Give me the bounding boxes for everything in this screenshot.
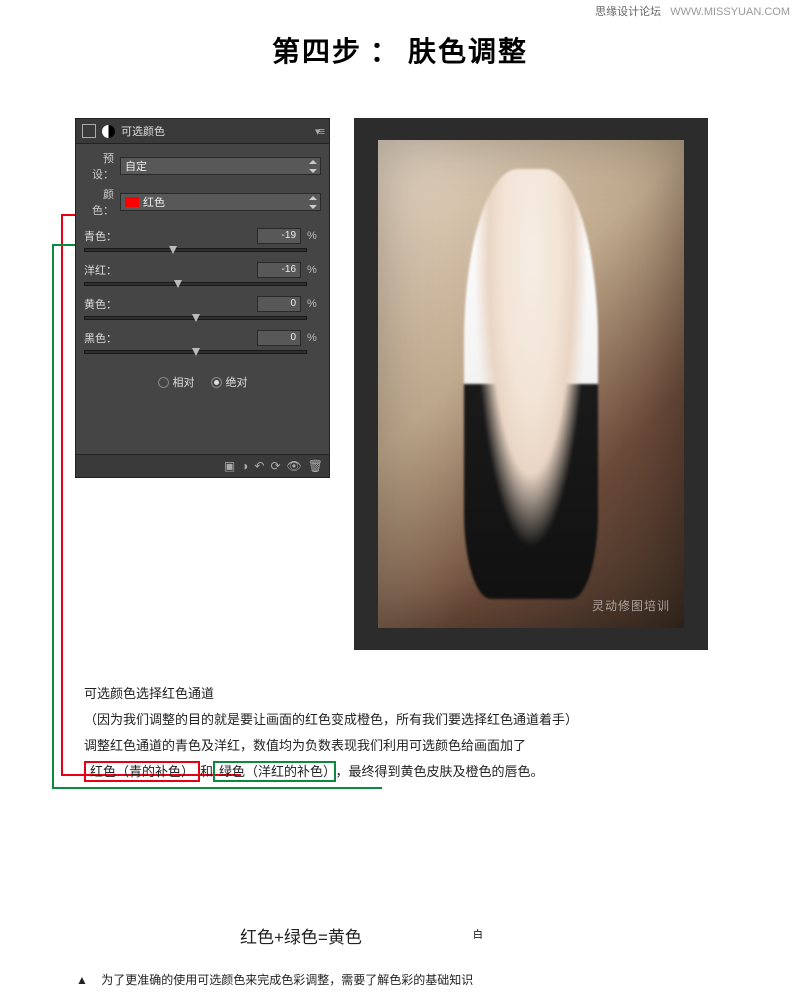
yellow-unit: % xyxy=(307,298,321,310)
yellow-label: 黄色： xyxy=(84,296,124,312)
color-select[interactable]: 红色 xyxy=(120,193,321,211)
venn-diagram: 白 朱红 翠绿 蓝紫 xyxy=(422,890,532,980)
title-step: 第四步 xyxy=(272,36,362,67)
cyan-slider[interactable] xyxy=(84,248,307,252)
preview-frame: 灵动修图培训 xyxy=(354,118,708,650)
panel-footer: ▣ ◑ ↶ ⟳ 👁 🗑 xyxy=(76,454,329,477)
preview-image: 灵动修图培训 xyxy=(378,140,684,628)
radio-on-icon xyxy=(211,377,222,388)
color-equation-row: 红色+绿色=黄色 白 朱红 翠绿 蓝紫 xyxy=(240,890,532,980)
color-equation: 红色+绿色=黄色 xyxy=(240,923,362,948)
absolute-label: 绝对 xyxy=(226,374,248,390)
connector-green-top xyxy=(52,244,75,246)
highlight-red-complement: 红色（青的补色） xyxy=(84,761,200,782)
magenta-slider[interactable] xyxy=(84,282,307,286)
desc-line-1: 可选颜色选择红色通道 xyxy=(84,682,740,706)
color-label: 颜色： xyxy=(84,186,114,218)
page-watermark: 思缘设计论坛 WWW.MISSYUAN.COM xyxy=(595,3,790,19)
bullet-icon: ▲ xyxy=(76,973,88,987)
highlight-green-complement: 绿色（洋红的补色） xyxy=(213,761,336,782)
cyan-label: 青色： xyxy=(84,228,124,244)
radio-off-icon xyxy=(158,377,169,388)
black-label: 黑色： xyxy=(84,330,124,346)
relative-radio[interactable]: 相对 xyxy=(158,374,195,390)
trash-icon[interactable]: 🗑 xyxy=(308,459,323,473)
venn-label-blue: 蓝紫 xyxy=(508,961,526,974)
panel-body: 预设： 自定 颜色： 红色 青色： -19 % 洋红： xyxy=(76,144,329,454)
panel-menu-icon[interactable]: ▾≡ xyxy=(315,125,323,138)
desc-tail: ，最终得到黄色皮肤及橙色的唇色。 xyxy=(336,764,544,779)
black-unit: % xyxy=(307,332,321,344)
color-swatch xyxy=(125,197,139,207)
preview-watermark: 灵动修图培训 xyxy=(592,597,670,614)
stepper-icon xyxy=(306,193,320,211)
venn-center: 白 xyxy=(467,922,489,944)
title-name: 肤色调整 xyxy=(408,36,528,67)
venn-label-red: 朱红 xyxy=(498,900,516,913)
panel-title-text: 可选颜色 xyxy=(121,123,165,139)
stepper-icon xyxy=(306,157,320,175)
visibility-icon[interactable]: 👁 xyxy=(287,459,302,473)
footnote: ▲ 为了更准确的使用可选颜色来完成色彩调整，需要了解色彩的基础知识 xyxy=(76,971,473,988)
preset-label: 预设： xyxy=(84,150,114,182)
color-value: 红色 xyxy=(143,194,165,210)
yellow-slider[interactable] xyxy=(84,316,307,320)
relative-label: 相对 xyxy=(173,374,195,390)
preset-select[interactable]: 自定 xyxy=(120,157,321,175)
panel-titlebar: 可选颜色 ▾≡ xyxy=(76,119,329,144)
footnote-text: 为了更准确的使用可选颜色来完成色彩调整，需要了解色彩的基础知识 xyxy=(101,973,473,987)
watermark-cn: 思缘设计论坛 xyxy=(595,6,661,18)
black-slider[interactable] xyxy=(84,350,307,354)
connector-green-bottom xyxy=(52,787,382,789)
yellow-value[interactable]: 0 xyxy=(257,296,301,312)
magenta-unit: % xyxy=(307,264,321,276)
connector-red-vertical xyxy=(61,214,63,776)
preset-value: 自定 xyxy=(125,158,147,174)
clip-icon[interactable]: ▣ xyxy=(224,459,235,473)
desc-and: 和 xyxy=(200,764,213,779)
absolute-radio[interactable]: 绝对 xyxy=(211,374,248,390)
undo-icon[interactable]: ↶ xyxy=(254,459,264,473)
reset-icon[interactable]: ⟳ xyxy=(270,459,280,473)
description-block: 可选颜色选择红色通道 （因为我们调整的目的就是要让画面的红色变成橙色，所有我们要… xyxy=(84,680,740,784)
desc-line-2: （因为我们调整的目的就是要让画面的红色变成橙色，所有我们要选择红色通道着手） xyxy=(84,708,740,732)
title-colon: ： xyxy=(370,36,400,67)
panel-icon-square xyxy=(82,124,96,138)
watermark-url: WWW.MISSYUAN.COM xyxy=(670,6,790,18)
magenta-label: 洋红： xyxy=(84,262,124,278)
connector-red-top xyxy=(61,214,75,216)
magenta-value[interactable]: -16 xyxy=(257,262,301,278)
desc-line-4: 红色（青的补色）和绿色（洋红的补色），最终得到黄色皮肤及橙色的唇色。 xyxy=(84,760,740,784)
desc-line-3: 调整红色通道的青色及洋红，数值均为负数表现我们利用可选颜色给画面加了 xyxy=(84,734,740,758)
mask-icon[interactable]: ◑ xyxy=(241,459,248,473)
connector-green-vertical xyxy=(52,244,54,789)
cyan-unit: % xyxy=(307,230,321,242)
selective-color-panel: 可选颜色 ▾≡ 预设： 自定 颜色： 红色 青色： -19 % xyxy=(75,118,330,478)
black-value[interactable]: 0 xyxy=(257,330,301,346)
cyan-value[interactable]: -19 xyxy=(257,228,301,244)
adjustment-icon xyxy=(102,125,115,138)
